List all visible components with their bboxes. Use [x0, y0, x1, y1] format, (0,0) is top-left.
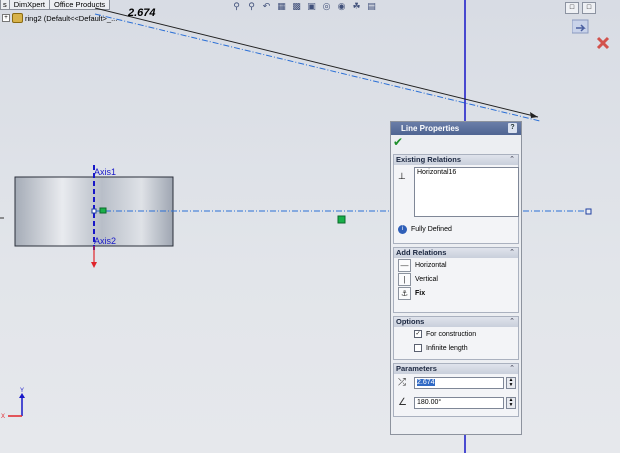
horizontal-relation-icon: — [398, 258, 411, 272]
length-icon: ⤮ [398, 377, 406, 388]
status-row: i Fully Defined [398, 225, 452, 234]
angle-input[interactable]: 180.00° [414, 397, 504, 409]
for-construction-option[interactable]: ✓ For construction [394, 327, 518, 341]
collapse-icon[interactable]: ⌃ [509, 364, 515, 374]
add-relations-header[interactable]: Add Relations ⌃ [394, 248, 518, 258]
panel-title-bar: Line Properties ? [391, 122, 521, 135]
infinite-length-checkbox[interactable] [414, 344, 422, 352]
options-header[interactable]: Options ⌃ [394, 317, 518, 327]
triad-y-label: Y [20, 388, 24, 394]
dimension-value[interactable]: 2.674 [127, 7, 156, 19]
existing-relations-header[interactable]: Existing Relations ⌃ [394, 155, 518, 165]
triad-x-label: X [1, 414, 5, 420]
axis-arrowhead [91, 262, 97, 268]
dimension-arrowhead [530, 112, 538, 118]
length-input[interactable]: 2.674 [414, 377, 504, 389]
for-construction-checkbox[interactable]: ✓ [414, 330, 422, 338]
axis2-label: Axis2 [94, 236, 116, 246]
coincident-relation-icon [99, 207, 107, 214]
add-vertical-relation[interactable]: | Vertical [394, 272, 518, 286]
add-horizontal-relation[interactable]: — Horizontal [394, 258, 518, 272]
relation-symbol-icon: ⊥ [398, 171, 406, 181]
add-fix-relation[interactable]: ⚓ Fix [394, 286, 518, 300]
sketch-canvas: 2.674 Axis1 Axis2 Y X [0, 0, 592, 453]
angle-spinbox: 180.00° ▲ ▼ [414, 397, 516, 409]
infinite-length-option[interactable]: Infinite length [394, 341, 518, 355]
status-text: Fully Defined [411, 226, 452, 233]
vertical-relation-icon: | [398, 272, 411, 286]
help-icon[interactable]: ? [508, 123, 517, 133]
spin-arrows-icon[interactable]: ▲ ▼ [506, 397, 516, 409]
existing-relations-list[interactable]: Horizontal16 [414, 167, 519, 217]
angle-icon: ∠ [398, 397, 407, 408]
collapse-icon[interactable]: ⌃ [509, 155, 515, 165]
horizontal-relation-icon[interactable] [337, 215, 346, 224]
panel-title: Line Properties [401, 124, 460, 133]
info-icon: i [398, 225, 407, 234]
parameters-section: Parameters ⌃ ⤮ 2.674 ▲ ▼ ∠ 180.00° ▲ ▼ [393, 363, 519, 417]
axis1-label: Axis1 [94, 167, 116, 177]
line-endpoint[interactable] [585, 208, 592, 215]
list-item[interactable]: Horizontal16 [415, 168, 518, 177]
dimension-leader-line [94, 7, 539, 118]
dimension-extension-line [94, 13, 541, 122]
ok-checkmark-icon[interactable]: ✔ [391, 135, 521, 151]
add-relations-section: Add Relations ⌃ — Horizontal | Vertical … [393, 247, 519, 313]
sketch-origin-point[interactable] [91, 208, 97, 214]
parameters-header[interactable]: Parameters ⌃ [394, 364, 518, 374]
collapse-icon[interactable]: ⌃ [509, 248, 515, 258]
length-spinbox: 2.674 ▲ ▼ [414, 377, 516, 389]
existing-relations-section: Existing Relations ⌃ ⊥ Horizontal16 i Fu… [393, 154, 519, 244]
collapse-icon[interactable]: ⌃ [509, 317, 515, 327]
graphics-area[interactable]: s DimXpert Office Products + ring2 (Defa… [0, 0, 620, 453]
reference-triad: Y X [1, 388, 25, 420]
options-section: Options ⌃ ✓ For construction Infinite le… [393, 316, 519, 360]
fix-relation-icon: ⚓ [398, 286, 411, 300]
line-properties-panel: Line Properties ? ✔ Existing Relations ⌃… [390, 121, 522, 435]
spin-arrows-icon[interactable]: ▲ ▼ [506, 377, 516, 389]
